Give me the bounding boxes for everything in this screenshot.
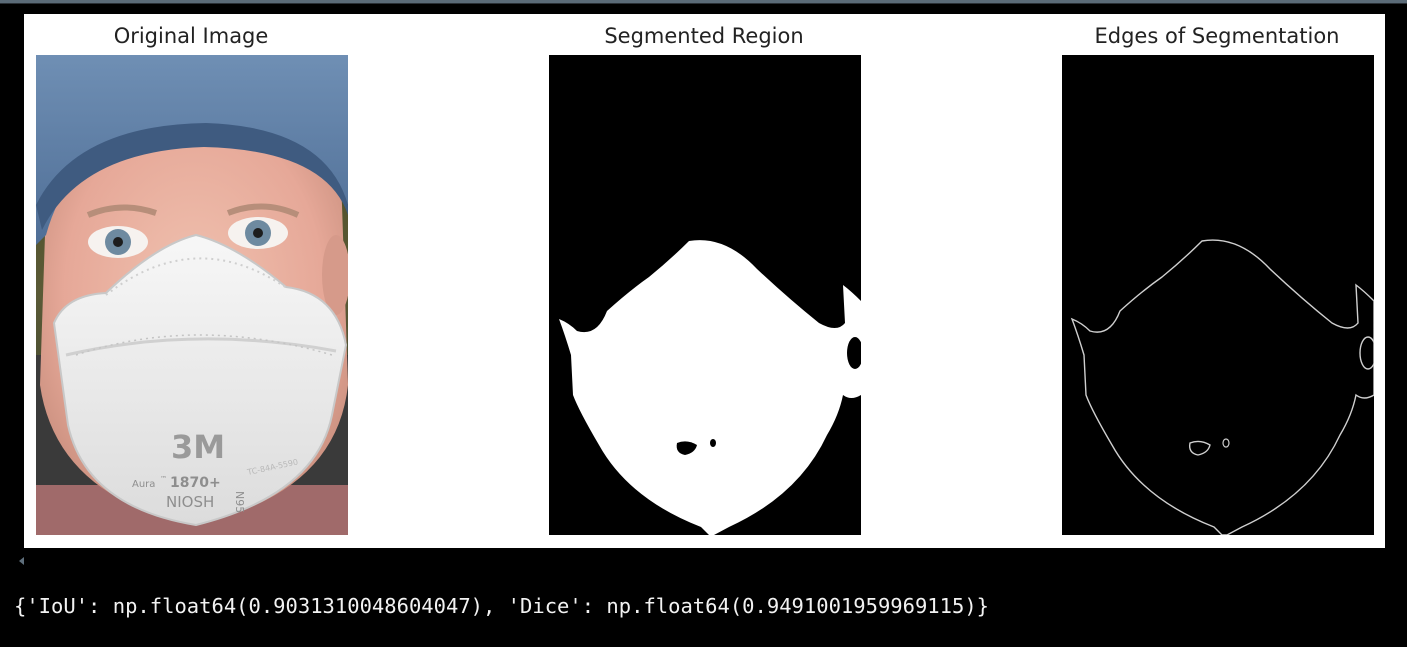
collapse-output-icon[interactable]	[19, 557, 24, 565]
subplot-title-segmented: Segmented Region	[604, 24, 804, 48]
cell-top-border	[0, 0, 1407, 4]
edges-image	[1062, 55, 1374, 535]
mask-tm-text: ™	[160, 475, 167, 483]
mask-model-number-text: 1870+	[170, 475, 221, 491]
cell-output-text: {'IoU': np.float64(0.9031310048604047), …	[14, 594, 990, 618]
subplot-title-edges: Edges of Segmentation	[1094, 24, 1340, 48]
mask-model-text: Aura	[132, 479, 155, 490]
subplot-title-original: Original Image	[113, 24, 269, 48]
original-image: 3M Aura ™ 1870+ NIOSH N95 TC-84A-5590	[36, 55, 348, 535]
matplotlib-figure: Original Image 3M Aura ™ 1870+ NIOSH N95…	[24, 14, 1385, 548]
mask-grade-text: N95	[233, 491, 246, 513]
mask-cert-text: NIOSH	[166, 493, 214, 511]
segmented-region-image	[549, 55, 861, 535]
mask-brand-text: 3M	[171, 428, 225, 466]
